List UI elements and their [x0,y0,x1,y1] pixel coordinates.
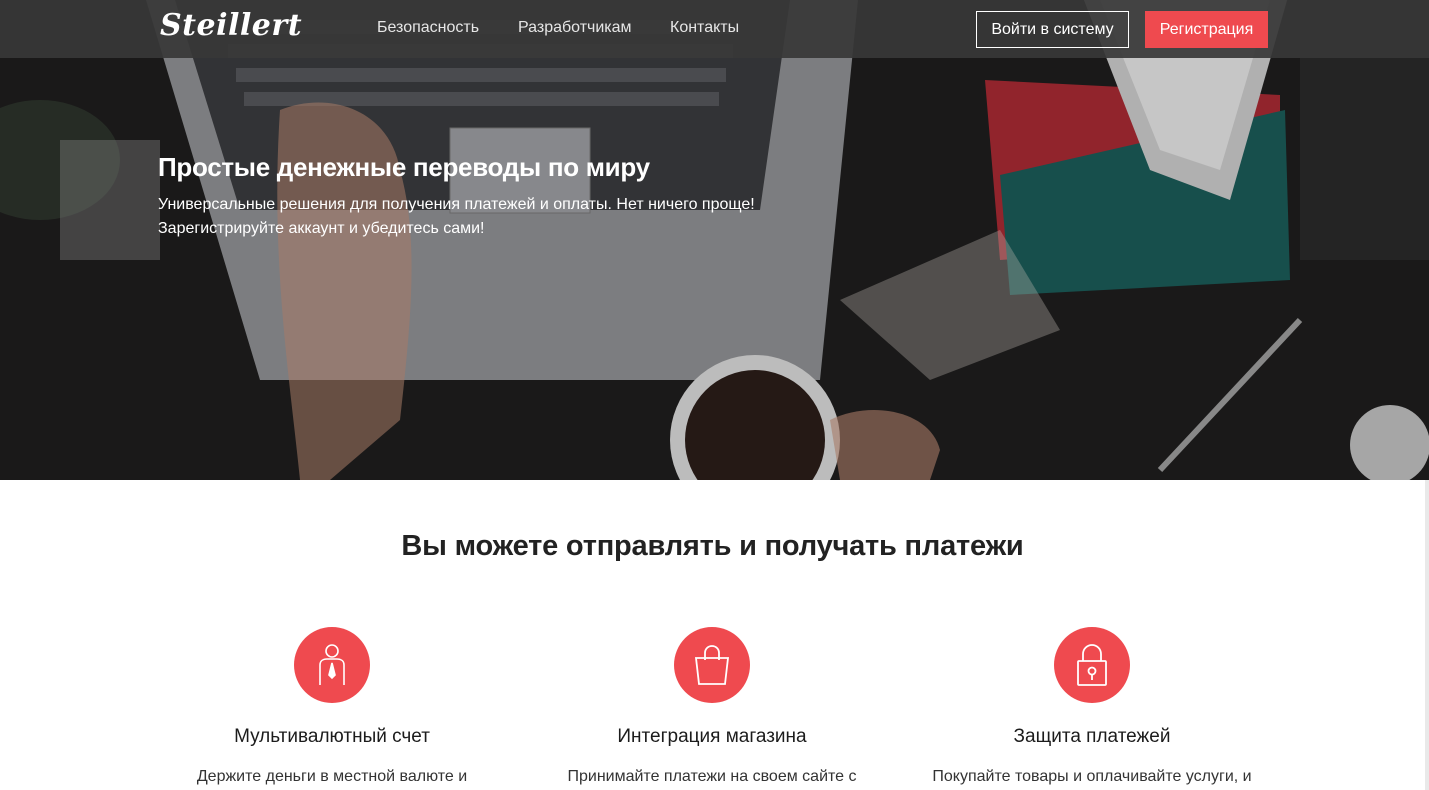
hero-subtitle-line-1: Универсальные решения для получения плат… [158,196,755,213]
features-title: Вы можете отправлять и получать платежи [401,530,1024,562]
nav-link-contacts[interactable]: Контакты [670,19,739,37]
hero-subtitle: Универсальные решения для получения плат… [158,193,818,241]
top-navbar: Steillert Безопасность Разработчикам Кон… [0,0,1429,58]
nav-link-developers[interactable]: Разработчикам [518,19,632,37]
feature-text: Держите деньги в местной валюте и [196,768,468,785]
feature-multicurrency: Мультивалютный счет Держите деньги в мес… [142,627,522,788]
register-button[interactable]: Регистрация [1145,11,1268,48]
nav-link-security[interactable]: Безопасность [377,19,479,37]
padlock-icon [1077,644,1107,686]
feature-payment-protection: Защита платежей Покупайте товары и оплач… [902,627,1282,788]
hero-title: Простые денежные переводы по миру [158,152,650,182]
feature-title: Защита платежей [1013,726,1171,747]
feature-text: Принимайте платежи на своем сайте с [567,768,857,785]
brand-logo[interactable]: Steillert [160,8,302,43]
feature-title: Интеграция магазина [617,726,807,747]
hero-section: Steillert Безопасность Разработчикам Кон… [0,0,1429,480]
feature-icon-circle [674,627,750,703]
hero-subtitle-line-2: Зарегистрируйте аккаунт и убедитесь сами… [158,220,485,237]
feature-store-integration: Интеграция магазина Принимайте платежи н… [522,627,902,788]
login-button[interactable]: Войти в систему [976,11,1129,48]
scrollbar-track[interactable] [1425,480,1429,790]
person-icon [319,644,345,685]
feature-text: Покупайте товары и оплачивайте услуги, и [932,768,1252,785]
feature-icon-circle [294,627,370,703]
feature-icon-circle [1054,627,1130,703]
shopping-bag-icon [694,645,730,685]
feature-title: Мультивалютный счет [234,726,430,747]
